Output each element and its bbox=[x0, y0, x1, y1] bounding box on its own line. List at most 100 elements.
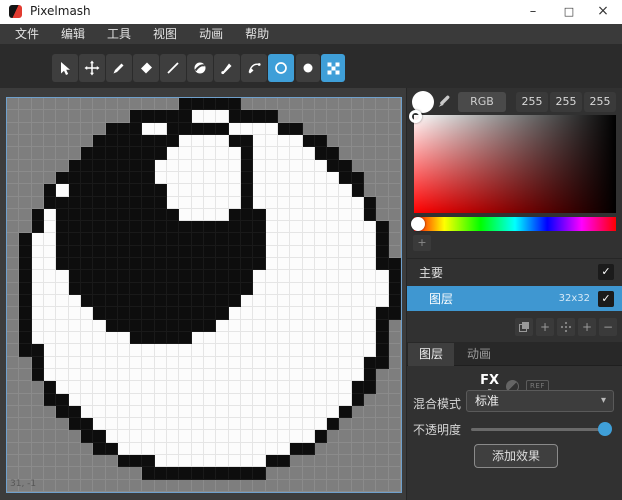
pixel-cell[interactable] bbox=[32, 344, 44, 356]
pixel-cell[interactable] bbox=[216, 455, 228, 467]
pixel-cell[interactable] bbox=[44, 135, 56, 147]
pixel-cell[interactable] bbox=[44, 160, 56, 172]
pixel-cell[interactable] bbox=[253, 270, 265, 282]
pixel-cell[interactable] bbox=[32, 123, 44, 135]
pixel-cell[interactable] bbox=[192, 123, 204, 135]
layer-row-selected[interactable]: 图层 32x32 ✓ bbox=[407, 286, 622, 311]
pixel-cell[interactable] bbox=[315, 270, 327, 282]
pixel-cell[interactable] bbox=[44, 110, 56, 122]
pixel-cell[interactable] bbox=[278, 184, 290, 196]
pixel-cell[interactable] bbox=[241, 123, 253, 135]
pixel-cell[interactable] bbox=[167, 184, 179, 196]
pixel-cell[interactable] bbox=[253, 406, 265, 418]
pixel-cell[interactable] bbox=[7, 307, 19, 319]
pixel-cell[interactable] bbox=[130, 283, 142, 295]
pixel-cell[interactable] bbox=[179, 394, 191, 406]
pixel-cell[interactable] bbox=[204, 320, 216, 332]
pixel-cell[interactable] bbox=[155, 332, 167, 344]
pixel-cell[interactable] bbox=[44, 233, 56, 245]
pixel-cell[interactable] bbox=[253, 147, 265, 159]
pixel-cell[interactable] bbox=[364, 344, 376, 356]
pixel-cell[interactable] bbox=[69, 221, 81, 233]
pixel-cell[interactable] bbox=[253, 258, 265, 270]
pixel-cell[interactable] bbox=[56, 467, 68, 479]
pixel-cell[interactable] bbox=[327, 160, 339, 172]
pixel-cell[interactable] bbox=[106, 221, 118, 233]
pixel-cell[interactable] bbox=[118, 369, 130, 381]
pixel-cell[interactable] bbox=[290, 344, 302, 356]
pixel-cell[interactable] bbox=[266, 394, 278, 406]
pixel-cell[interactable] bbox=[44, 332, 56, 344]
pixel-cell[interactable] bbox=[303, 184, 315, 196]
pixel-cell[interactable] bbox=[290, 246, 302, 258]
pixel-cell[interactable] bbox=[44, 172, 56, 184]
pixel-cell[interactable] bbox=[278, 369, 290, 381]
pixel-cell[interactable] bbox=[155, 160, 167, 172]
pixel-cell[interactable] bbox=[290, 455, 302, 467]
pixel-cell[interactable] bbox=[93, 209, 105, 221]
pixel-cell[interactable] bbox=[389, 123, 401, 135]
pixel-cell[interactable] bbox=[192, 307, 204, 319]
pixel-cell[interactable] bbox=[204, 394, 216, 406]
pixel-cell[interactable] bbox=[7, 283, 19, 295]
red-value-field[interactable]: 255 bbox=[516, 92, 548, 112]
pixel-cell[interactable] bbox=[327, 98, 339, 110]
pixel-cell[interactable] bbox=[56, 246, 68, 258]
pixel-cell[interactable] bbox=[216, 480, 228, 492]
pixel-cell[interactable] bbox=[118, 332, 130, 344]
pixel-cell[interactable] bbox=[130, 233, 142, 245]
pixel-cell[interactable] bbox=[142, 147, 154, 159]
pixel-cell[interactable] bbox=[241, 209, 253, 221]
pixel-cell[interactable] bbox=[376, 258, 388, 270]
pixel-cell[interactable] bbox=[130, 406, 142, 418]
pixel-cell[interactable] bbox=[118, 258, 130, 270]
pixel-cell[interactable] bbox=[167, 135, 179, 147]
pixel-cell[interactable] bbox=[167, 221, 179, 233]
pixel-cell[interactable] bbox=[339, 110, 351, 122]
pixel-cell[interactable] bbox=[56, 147, 68, 159]
pixel-cell[interactable] bbox=[56, 357, 68, 369]
pixel-cell[interactable] bbox=[32, 467, 44, 479]
pixel-cell[interactable] bbox=[106, 320, 118, 332]
pixel-cell[interactable] bbox=[32, 160, 44, 172]
pixel-cell[interactable] bbox=[204, 455, 216, 467]
pixel-cell[interactable] bbox=[81, 246, 93, 258]
pixel-cell[interactable] bbox=[192, 332, 204, 344]
pixel-cell[interactable] bbox=[7, 295, 19, 307]
tab-animation[interactable]: 动画 bbox=[455, 343, 503, 366]
add-layer-button[interactable]: + bbox=[536, 318, 554, 336]
pixel-cell[interactable] bbox=[106, 369, 118, 381]
opacity-slider-thumb[interactable] bbox=[598, 422, 612, 436]
pixel-cell[interactable] bbox=[253, 357, 265, 369]
tool-ellipse-button[interactable] bbox=[268, 54, 294, 82]
pixel-cell[interactable] bbox=[118, 357, 130, 369]
pixel-cell[interactable] bbox=[315, 246, 327, 258]
pixel-cell[interactable] bbox=[44, 443, 56, 455]
pixel-cell[interactable] bbox=[155, 98, 167, 110]
pixel-cell[interactable] bbox=[56, 430, 68, 442]
pixel-cell[interactable] bbox=[364, 357, 376, 369]
pixel-cell[interactable] bbox=[278, 381, 290, 393]
pixel-cell[interactable] bbox=[339, 332, 351, 344]
pixel-cell[interactable] bbox=[266, 357, 278, 369]
pixel-cell[interactable] bbox=[179, 221, 191, 233]
pixel-cell[interactable] bbox=[253, 455, 265, 467]
pixel-cell[interactable] bbox=[241, 258, 253, 270]
pixel-cell[interactable] bbox=[56, 209, 68, 221]
pixel-cell[interactable] bbox=[278, 147, 290, 159]
pixel-cell[interactable] bbox=[278, 110, 290, 122]
pixel-cell[interactable] bbox=[32, 258, 44, 270]
pixel-cell[interactable] bbox=[204, 344, 216, 356]
pixel-cell[interactable] bbox=[69, 357, 81, 369]
pixel-cell[interactable] bbox=[118, 246, 130, 258]
pixel-cell[interactable] bbox=[376, 147, 388, 159]
pixel-cell[interactable] bbox=[106, 418, 118, 430]
pixel-cell[interactable] bbox=[327, 418, 339, 430]
pixel-cell[interactable] bbox=[266, 283, 278, 295]
pixel-cell[interactable] bbox=[204, 209, 216, 221]
pixel-cell[interactable] bbox=[44, 258, 56, 270]
pixel-cell[interactable] bbox=[241, 443, 253, 455]
pixel-cell[interactable] bbox=[44, 295, 56, 307]
tool-line-button[interactable] bbox=[160, 54, 186, 82]
pixel-cell[interactable] bbox=[167, 455, 179, 467]
